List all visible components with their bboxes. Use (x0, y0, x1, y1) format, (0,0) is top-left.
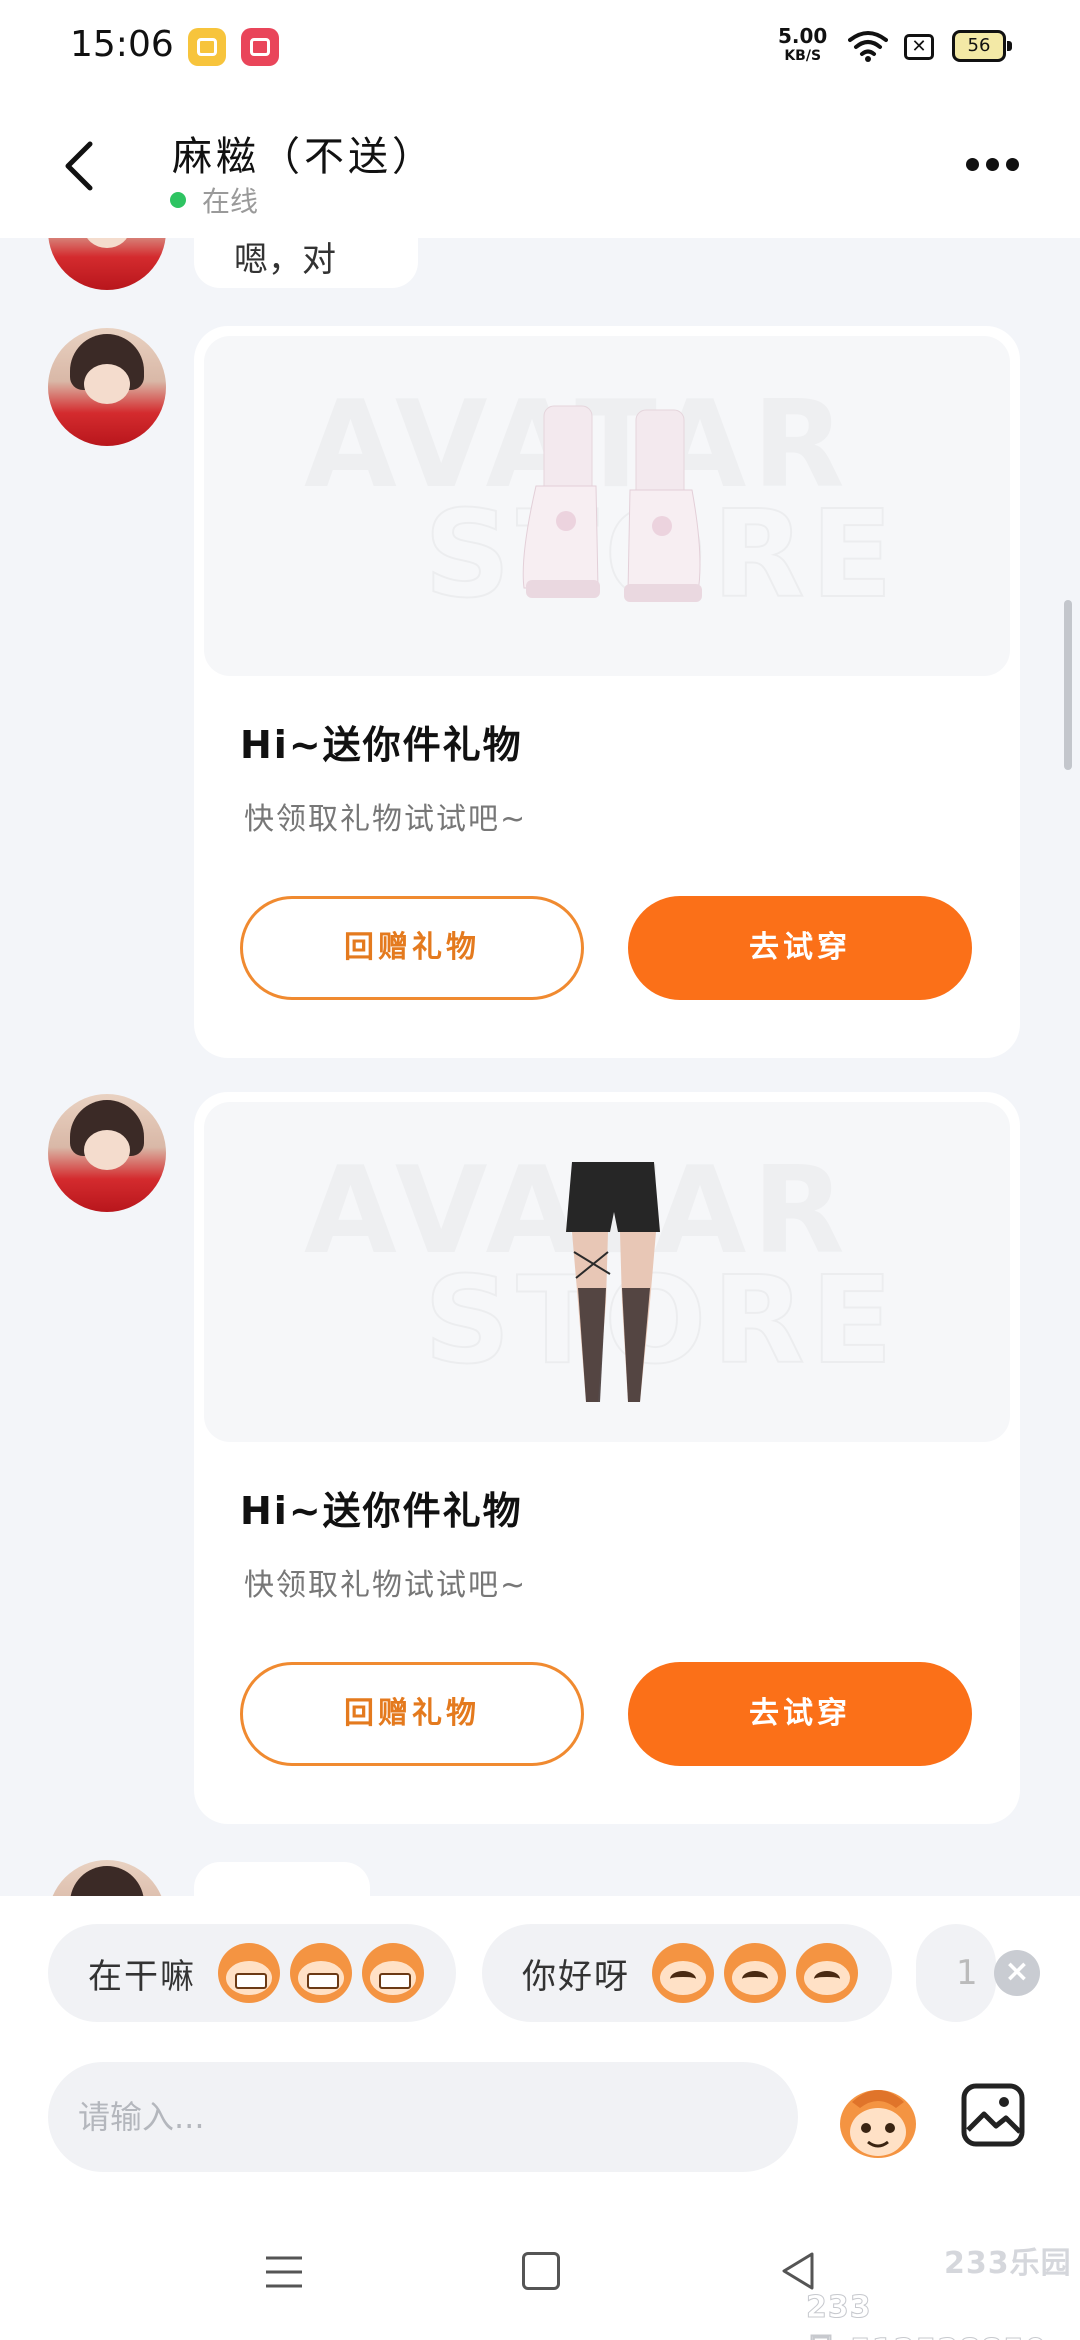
try-on-button[interactable]: 去试穿 (628, 1662, 972, 1766)
shorts-illustration (566, 1162, 660, 1402)
network-speed-unit: KB/S (784, 48, 822, 64)
message-text: 嗯，对 (234, 240, 336, 280)
message-input[interactable] (78, 2062, 768, 2172)
message-input-container[interactable] (48, 2062, 798, 2172)
grin-emoji-icon (362, 1943, 424, 2003)
online-status-label: 在线 (202, 185, 259, 218)
gift-card: AVATAR STORE Hi~送你件礼物 快领取礼物试试吧~ 回赠礼物 去试穿 (194, 1092, 1020, 1824)
chat-header: 麻糍（不送） 在线 (0, 96, 1080, 238)
gift-title: Hi~送你件礼物 (240, 723, 523, 767)
return-gift-button[interactable]: 回赠礼物 (240, 1662, 584, 1766)
battery-level: 56 (967, 35, 991, 56)
chat-title: 麻糍（不送） (172, 134, 436, 180)
scrollbar[interactable] (1064, 600, 1072, 770)
network-speed: 5.00 KB/S (778, 26, 827, 66)
happy-emoji-icon (724, 1943, 786, 2003)
message-bubble: 嗯，对 (194, 238, 418, 288)
grin-emoji-icon (290, 1943, 352, 2003)
return-gift-button[interactable]: 回赠礼物 (240, 896, 584, 1000)
notification-app-icon (188, 28, 226, 66)
wifi-icon (848, 30, 888, 66)
try-on-button[interactable]: 去试穿 (628, 896, 972, 1000)
battery-icon: 56 (952, 30, 1012, 62)
quick-reply-text: 你好呀 (522, 1956, 630, 1997)
gift-item-image[interactable]: AVATAR STORE (204, 336, 1010, 676)
quick-reply-text: 在干嘛 (88, 1956, 196, 1997)
quick-reply-chip[interactable]: 你好呀 (482, 1924, 892, 2022)
network-speed-value: 5.00 (778, 24, 828, 48)
close-quick-replies-icon[interactable]: × (994, 1950, 1040, 1996)
gift-subtitle: 快领取礼物试试吧~ (244, 802, 528, 837)
sticker-icon[interactable] (836, 2082, 920, 2162)
avatar[interactable] (48, 1094, 166, 1212)
more-options-icon[interactable] (966, 156, 1026, 175)
status-bar: 15:06 5.00 KB/S ✕ 56 (0, 0, 1080, 96)
back-arrow-icon[interactable] (60, 138, 100, 198)
avatar[interactable] (48, 1860, 166, 1896)
quick-reply-chip[interactable]: 在干嘛 (48, 1924, 456, 2022)
gift-subtitle: 快领取礼物试试吧~ (244, 1568, 528, 1603)
gift-card: AVATAR STORE Hi~送你件礼物 快领取礼物试试吧~ 回赠礼物 去试穿 (194, 326, 1020, 1058)
online-status-dot (170, 192, 186, 208)
quick-reply-chip[interactable]: 1 (916, 1924, 996, 2022)
happy-emoji-icon (796, 1943, 858, 2003)
avatar[interactable] (48, 328, 166, 446)
boots-illustration (522, 405, 702, 602)
no-sim-icon: ✕ (904, 34, 934, 60)
menu-icon[interactable] (264, 2252, 304, 2296)
gift-title: Hi~送你件礼物 (240, 1489, 523, 1533)
quick-reply-text: 1 (956, 1953, 978, 1993)
gift-item-image[interactable]: AVATAR STORE (204, 1102, 1010, 1442)
status-time: 15:06 (70, 24, 174, 65)
home-icon[interactable] (522, 2252, 560, 2290)
id-watermark: 233号:512528850 (806, 2290, 1047, 2340)
video-app-icon (241, 28, 279, 66)
brand-watermark: 233乐园 (944, 2246, 1072, 2281)
happy-emoji-icon (652, 1943, 714, 2003)
grin-emoji-icon (218, 1943, 280, 2003)
image-picker-icon[interactable] (960, 2082, 1026, 2152)
message-bubble (194, 1862, 370, 1896)
